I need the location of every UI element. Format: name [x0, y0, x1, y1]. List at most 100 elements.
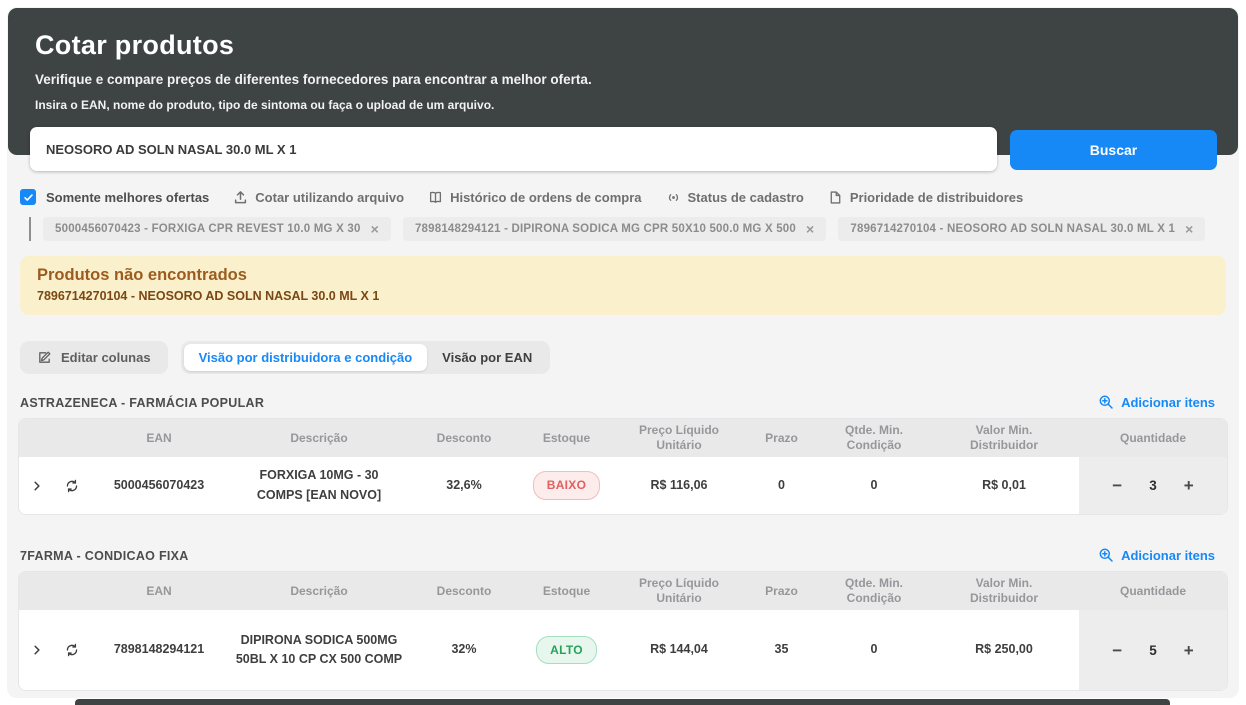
- col-term: Prazo: [744, 584, 819, 599]
- edit-columns-button[interactable]: Editar colunas: [20, 341, 168, 374]
- add-items-link[interactable]: Adicionar itens: [1098, 394, 1215, 410]
- view-controls: Editar colunas Visão por distribuidora e…: [20, 341, 1226, 374]
- quantity-value: 3: [1149, 478, 1157, 493]
- table-row: 5000456070423 FORXIGA 10MG - 30 COMPS [E…: [19, 457, 1227, 514]
- chip-close-icon[interactable]: ×: [806, 222, 814, 236]
- term-cell: 0: [744, 476, 819, 495]
- chip-close-icon[interactable]: ×: [371, 222, 379, 236]
- table-header-row: EAN Descrição Desconto Estoque Preço Líq…: [19, 419, 1227, 457]
- expand-row-button[interactable]: [19, 644, 54, 656]
- col-min-qty-condition: Qtde. Min. Condição: [819, 576, 929, 606]
- product-chip: 7896714270104 - NEOSORO AD SOLN NASAL 30…: [838, 217, 1205, 241]
- col-min-distributor-value: Valor Min. Distribuidor: [929, 423, 1079, 453]
- col-quantity: Quantidade: [1079, 584, 1227, 599]
- col-description: Descrição: [229, 431, 409, 446]
- min-distributor-value-cell: R$ 0,01: [929, 476, 1079, 495]
- term-cell: 35: [744, 640, 819, 659]
- unit-net-price-cell: R$ 144,04: [614, 640, 744, 659]
- registration-status-link[interactable]: Status de cadastro: [666, 190, 804, 205]
- ean-cell: 5000456070423: [89, 476, 229, 495]
- tab-distributor-condition-view[interactable]: Visão por distribuidora e condição: [184, 344, 428, 371]
- product-chip: 7898148294121 - DIPIRONA SODICA MG CPR 5…: [403, 217, 826, 241]
- add-items-label: Adicionar itens: [1121, 395, 1215, 410]
- distributor-priority-link[interactable]: Prioridade de distribuidores: [828, 190, 1023, 205]
- col-quantity: Quantidade: [1079, 431, 1227, 446]
- col-discount: Desconto: [409, 431, 519, 446]
- search-button[interactable]: Buscar: [1010, 130, 1217, 170]
- alert-detail: 7896714270104 - NEOSORO AD SOLN NASAL 30…: [37, 289, 1209, 303]
- col-unit-net-price: Preço Líquido Unitário: [614, 423, 744, 453]
- stock-badge-low: BAIXO: [533, 471, 601, 500]
- quotes-table-astrazeneca: EAN Descrição Desconto Estoque Preço Líq…: [18, 418, 1228, 515]
- search-input[interactable]: [30, 127, 997, 171]
- col-ean: EAN: [89, 431, 229, 446]
- quantity-stepper: − 5 +: [1079, 610, 1227, 690]
- quantity-value: 5: [1149, 643, 1157, 658]
- quantity-increase-button[interactable]: +: [1184, 642, 1194, 659]
- quantity-decrease-button[interactable]: −: [1112, 477, 1122, 494]
- checkbox-checked-icon: [20, 189, 36, 205]
- view-tabs: Visão por distribuidora e condição Visão…: [181, 341, 551, 374]
- edit-columns-label: Editar colunas: [61, 350, 151, 365]
- distributor-title: 7FARMA - CONDICAO FIXA: [20, 549, 189, 563]
- quantity-decrease-button[interactable]: −: [1112, 642, 1122, 659]
- col-min-distributor-value: Valor Min. Distribuidor: [929, 576, 1079, 606]
- min-distributor-value-cell: R$ 250,00: [929, 640, 1079, 659]
- stock-cell: ALTO: [519, 636, 614, 665]
- page-title: Cotar produtos: [35, 30, 1238, 61]
- book-icon: [428, 190, 443, 205]
- page: Cotar produtos Verifique e compare preço…: [7, 7, 1239, 698]
- best-offers-label: Somente melhores ofertas: [46, 190, 209, 205]
- chip-close-icon[interactable]: ×: [1185, 222, 1193, 236]
- quote-by-file-label: Cotar utilizando arquivo: [255, 190, 404, 205]
- add-items-label: Adicionar itens: [1121, 548, 1215, 563]
- search-bar: Buscar: [30, 127, 1217, 171]
- table-header-row: EAN Descrição Desconto Estoque Preço Líq…: [19, 572, 1227, 610]
- col-stock: Estoque: [519, 431, 614, 446]
- document-icon: [828, 190, 843, 205]
- product-chip-label: 5000456070423 - FORXIGA CPR REVEST 10.0 …: [55, 223, 361, 235]
- col-ean: EAN: [89, 584, 229, 599]
- zoom-plus-icon: [1098, 547, 1114, 563]
- zoom-plus-icon: [1098, 394, 1114, 410]
- best-offers-checkbox[interactable]: Somente melhores ofertas: [20, 189, 209, 205]
- chevron-right-icon: [31, 480, 43, 492]
- quote-by-file-link[interactable]: Cotar utilizando arquivo: [233, 190, 404, 205]
- registration-status-label: Status de cadastro: [688, 190, 804, 205]
- selected-products-chips: 5000456070423 - FORXIGA CPR REVEST 10.0 …: [29, 217, 1239, 241]
- purchase-orders-history-label: Histórico de ordens de compra: [450, 190, 641, 205]
- distributor-title: ASTRAZENECA - FARMÁCIA POPULAR: [20, 396, 264, 410]
- product-chip: 5000456070423 - FORXIGA CPR REVEST 10.0 …: [43, 217, 391, 241]
- stock-cell: BAIXO: [519, 471, 614, 500]
- chips-divider: [29, 217, 31, 241]
- discount-cell: 32%: [409, 640, 519, 659]
- stock-badge-high: ALTO: [536, 636, 597, 665]
- toolbar: Somente melhores ofertas Cotar utilizand…: [20, 188, 1239, 206]
- table-row: 7898148294121 DIPIRONA SODICA 500MG 50BL…: [19, 610, 1227, 690]
- quote-header-panel: Cotar produtos Verifique e compare preço…: [8, 8, 1238, 155]
- refresh-row-button[interactable]: [54, 479, 89, 493]
- min-qty-condition-cell: 0: [819, 640, 929, 659]
- distributor-priority-label: Prioridade de distribuidores: [850, 190, 1023, 205]
- refresh-row-button[interactable]: [54, 643, 89, 657]
- description-cell: FORXIGA 10MG - 30 COMPS [EAN NOVO]: [229, 466, 409, 505]
- quantity-stepper: − 3 +: [1079, 457, 1227, 514]
- section-header-astrazeneca: ASTRAZENECA - FARMÁCIA POPULAR Adicionar…: [20, 394, 1226, 410]
- next-section-edge: [75, 699, 1170, 705]
- col-discount: Desconto: [409, 584, 519, 599]
- chevron-right-icon: [31, 644, 43, 656]
- ean-cell: 7898148294121: [89, 640, 229, 659]
- add-items-link[interactable]: Adicionar itens: [1098, 547, 1215, 563]
- products-not-found-alert: Produtos não encontrados 7896714270104 -…: [20, 256, 1226, 315]
- expand-row-button[interactable]: [19, 480, 54, 492]
- tab-ean-view[interactable]: Visão por EAN: [427, 344, 547, 371]
- refresh-icon: [65, 643, 79, 657]
- quantity-increase-button[interactable]: +: [1184, 477, 1194, 494]
- discount-cell: 32,6%: [409, 476, 519, 495]
- col-stock: Estoque: [519, 584, 614, 599]
- quotes-table-7farma: EAN Descrição Desconto Estoque Preço Líq…: [18, 571, 1228, 691]
- signal-icon: [666, 190, 681, 205]
- product-chip-label: 7898148294121 - DIPIRONA SODICA MG CPR 5…: [415, 223, 796, 235]
- description-cell: DIPIRONA SODICA 500MG 50BL X 10 CP CX 50…: [229, 631, 409, 670]
- purchase-orders-history-link[interactable]: Histórico de ordens de compra: [428, 190, 641, 205]
